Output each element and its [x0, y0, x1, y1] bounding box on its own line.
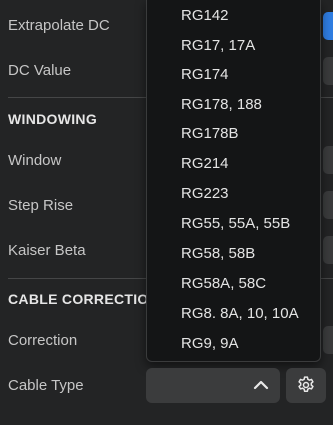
dropdown-option[interactable]: RG58A, 58C	[181, 275, 266, 292]
kaiser-beta-input[interactable]	[323, 236, 333, 264]
window-label: Window	[8, 152, 62, 169]
dropdown-option[interactable]: RG178B	[181, 125, 239, 142]
dropdown-option[interactable]: RG8. 8A, 10, 10A	[181, 305, 299, 322]
step-rise-input[interactable]	[323, 191, 333, 219]
dc-value-label: DC Value	[8, 62, 72, 79]
dropdown-option[interactable]: RG223	[181, 185, 229, 202]
cable-type-dropdown: RG142 RG17, 17A RG174 RG178, 188 RG178B …	[146, 0, 321, 362]
dropdown-option[interactable]: RG17, 17A	[181, 37, 255, 54]
chevron-up-icon	[253, 380, 269, 390]
dropdown-option[interactable]: RG142	[181, 7, 229, 24]
settings-panel: Extrapolate DC DC Value WINDOWING Window…	[0, 0, 333, 425]
cable-correction-section-title: CABLE CORRECTIO	[8, 291, 149, 307]
dropdown-option[interactable]: RG58, 58B	[181, 245, 255, 262]
dropdown-option[interactable]: RG55, 55A, 55B	[181, 215, 290, 232]
dropdown-option[interactable]: RG214	[181, 155, 229, 172]
dropdown-option[interactable]: RG9, 9A	[181, 335, 239, 352]
correction-toggle[interactable]	[323, 326, 333, 354]
cable-type-select[interactable]	[146, 368, 280, 403]
window-select[interactable]	[323, 146, 333, 174]
gear-icon	[298, 376, 314, 392]
kaiser-beta-label: Kaiser Beta	[8, 242, 86, 259]
cable-type-label: Cable Type	[8, 377, 84, 394]
dc-value-input[interactable]	[323, 57, 333, 85]
dropdown-option[interactable]: RG174	[181, 66, 229, 83]
windowing-section-title: WINDOWING	[8, 111, 98, 127]
extrapolate-dc-toggle[interactable]	[323, 12, 333, 40]
dropdown-option[interactable]: RG178, 188	[181, 96, 262, 113]
cable-settings-button[interactable]	[286, 368, 326, 403]
extrapolate-dc-label: Extrapolate DC	[8, 17, 110, 34]
step-rise-label: Step Rise	[8, 197, 74, 214]
correction-label: Correction	[8, 332, 78, 349]
